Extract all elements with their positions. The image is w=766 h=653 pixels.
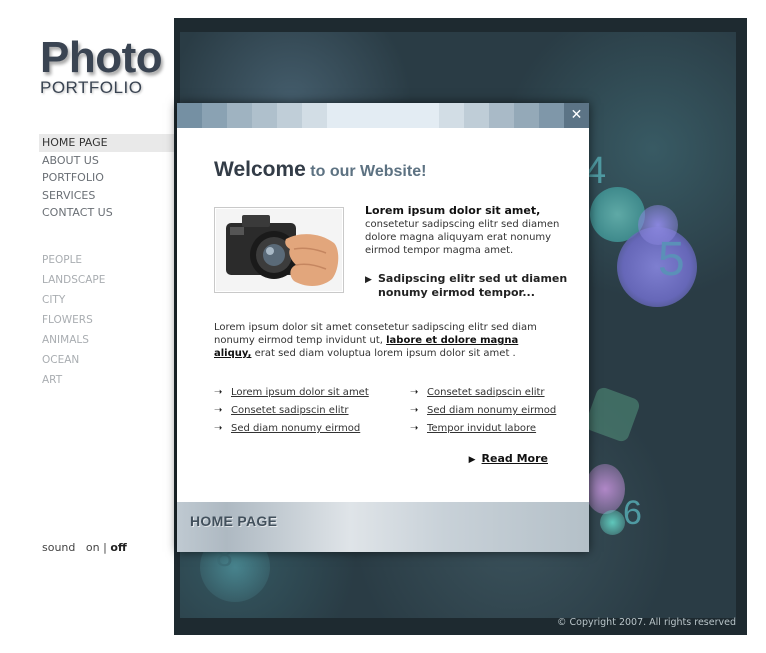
link-right-2[interactable]: Sed diam nonumy eirmod xyxy=(427,405,556,416)
nav-home-page[interactable]: HOME PAGE xyxy=(39,134,174,152)
category-ocean[interactable]: OCEAN xyxy=(42,350,105,370)
arrow-icon: ➝ xyxy=(214,423,223,434)
copyright-text: © Copyright 2007. All rights reserved xyxy=(556,617,736,628)
category-landscape[interactable]: LANDSCAPE xyxy=(42,270,105,290)
logo-title: Photo xyxy=(40,33,163,82)
list-item: ➝ Consetet sadipscin elitr xyxy=(410,384,556,402)
feature-bullet: ▶ Sadipscing elitr sed ut diamen nonumy … xyxy=(365,272,578,300)
arrow-icon: ➝ xyxy=(214,405,223,416)
intro-body: consetetur sadipscing elitr sed diamen d… xyxy=(365,219,560,256)
main-nav: HOME PAGE ABOUT US PORTFOLIO SERVICES CO… xyxy=(39,134,174,222)
list-item: ➝ Consetet sadipscin elitr xyxy=(214,402,369,420)
camera-photo xyxy=(214,207,344,293)
triangle-bullet-icon: ▶ xyxy=(468,455,476,465)
logo[interactable]: Photo PORTFOLIO xyxy=(40,33,163,97)
modal-header-bar xyxy=(177,103,589,128)
body-paragraph: Lorem ipsum dolor sit amet consetetur sa… xyxy=(214,321,559,360)
link-left-2[interactable]: Consetet sadipscin elitr xyxy=(231,405,349,416)
nav-portfolio[interactable]: PORTFOLIO xyxy=(39,169,174,187)
paragraph-end: erat sed diam voluptua lorem ipsum dolor… xyxy=(254,348,516,359)
list-item: ➝ Sed diam nonumy eirmod xyxy=(214,420,369,438)
arrow-icon: ➝ xyxy=(214,387,223,398)
intro-lead: Lorem ipsum dolor sit amet, xyxy=(365,204,541,217)
header-seg xyxy=(439,103,464,128)
category-flowers[interactable]: FLOWERS xyxy=(42,310,105,330)
nav-contact-us[interactable]: CONTACT US xyxy=(39,204,174,222)
triangle-bullet-icon: ▶ xyxy=(365,275,372,285)
header-seg xyxy=(464,103,489,128)
welcome-heading: Welcome to our Website! xyxy=(214,158,426,182)
welcome-rest: to our Website! xyxy=(310,163,427,180)
sound-toggle: sound on | off xyxy=(42,541,127,554)
bokeh-light xyxy=(585,464,625,514)
category-nav: PEOPLE LANDSCAPE CITY FLOWERS ANIMALS OC… xyxy=(42,250,105,390)
header-seg xyxy=(227,103,252,128)
welcome-bold: Welcome xyxy=(214,158,306,181)
feature-bullet-text: Sadipscing elitr sed ut diamen nonumy ei… xyxy=(378,272,568,299)
bokeh-light xyxy=(600,510,625,535)
header-seg xyxy=(277,103,302,128)
category-animals[interactable]: ANIMALS xyxy=(42,330,105,350)
stage-number-5: 5 xyxy=(658,233,685,286)
header-seg xyxy=(539,103,564,128)
sound-off-button[interactable]: off xyxy=(110,541,126,554)
category-city[interactable]: CITY xyxy=(42,290,105,310)
read-more: ▶ Read More xyxy=(469,452,548,465)
nav-about-us[interactable]: ABOUT US xyxy=(39,152,174,170)
header-seg xyxy=(302,103,327,128)
list-item: ➝ Lorem ipsum dolor sit amet xyxy=(214,384,369,402)
header-seg xyxy=(489,103,514,128)
link-right-1[interactable]: Consetet sadipscin elitr xyxy=(427,387,545,398)
footer-title: HOME PAGE xyxy=(190,513,278,529)
list-item: ➝ Sed diam nonumy eirmod xyxy=(410,402,556,420)
category-art[interactable]: ART xyxy=(42,370,105,390)
link-left-3[interactable]: Sed diam nonumy eirmod xyxy=(231,423,360,434)
link-right-3[interactable]: Tempor invidut labore xyxy=(427,423,536,434)
sound-label: sound xyxy=(42,541,76,554)
list-item: ➝ Tempor invidut labore xyxy=(410,420,556,438)
header-seg xyxy=(252,103,277,128)
arrow-icon: ➝ xyxy=(410,387,419,398)
links-right: ➝ Consetet sadipscin elitr ➝ Sed diam nonu… xyxy=(410,384,556,438)
sound-on-button[interactable]: on xyxy=(86,541,100,554)
modal-footer: HOME PAGE xyxy=(177,502,589,552)
close-button[interactable]: ✕ xyxy=(564,103,589,128)
link-left-1[interactable]: Lorem ipsum dolor sit amet xyxy=(231,387,369,398)
header-seg xyxy=(327,103,439,128)
intro-text: Lorem ipsum dolor sit amet, consetetur s… xyxy=(365,204,560,257)
category-people[interactable]: PEOPLE xyxy=(42,250,105,270)
header-seg xyxy=(202,103,227,128)
header-seg xyxy=(514,103,539,128)
content-modal: ✕ Welcome to our Website! Lorem ipsum do… xyxy=(177,103,589,552)
links-left: ➝ Lorem ipsum dolor sit amet ➝ Consetet sa… xyxy=(214,384,369,438)
read-more-link[interactable]: Read More xyxy=(482,452,548,465)
bokeh-light xyxy=(583,385,642,444)
stage-number-6: 6 xyxy=(623,494,642,532)
header-seg xyxy=(177,103,202,128)
nav-services[interactable]: SERVICES xyxy=(39,187,174,205)
camera-image xyxy=(216,209,342,291)
arrow-icon: ➝ xyxy=(410,423,419,434)
arrow-icon: ➝ xyxy=(410,405,419,416)
sound-separator: | xyxy=(103,541,107,554)
